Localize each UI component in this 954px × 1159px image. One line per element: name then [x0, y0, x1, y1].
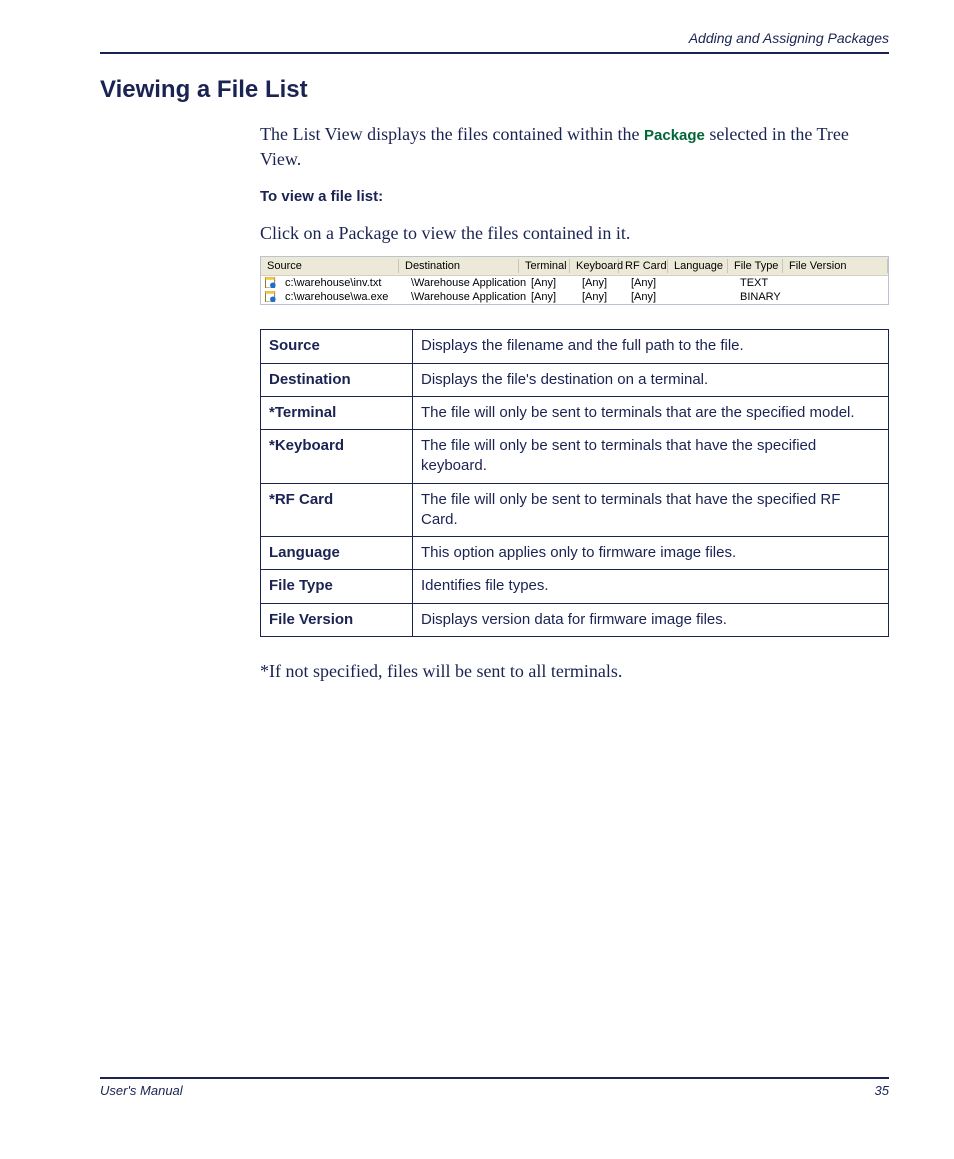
cell-source: c:\warehouse\wa.exe [279, 291, 388, 303]
field-description-table: SourceDisplays the filename and the full… [260, 329, 889, 637]
table-row: File TypeIdentifies file types. [261, 570, 889, 603]
table-row: File VersionDisplays version data for fi… [261, 603, 889, 636]
table-row: *KeyboardThe file will only be sent to t… [261, 430, 889, 484]
cell-terminal: [Any] [525, 277, 576, 289]
intro-paragraph: The List View displays the files contain… [260, 122, 889, 172]
instruction-text: Click on a Package to view the files con… [260, 223, 889, 244]
desc-val: The file will only be sent to terminals … [413, 430, 889, 484]
file-list-screenshot: Source Destination Terminal Keyboard RF … [260, 256, 889, 305]
desc-val: Displays the file's destination on a ter… [413, 363, 889, 396]
desc-key: *Keyboard [261, 430, 413, 484]
page-footer: User's Manual 35 [100, 1077, 889, 1098]
col-terminal: Terminal [519, 259, 570, 273]
col-destination: Destination [399, 259, 519, 273]
file-row: c:\warehouse\wa.exe \Warehouse Applicati… [261, 290, 888, 304]
page-header: Adding and Assigning Packages [100, 30, 889, 54]
desc-key: File Type [261, 570, 413, 603]
cell-rfcard: [Any] [625, 291, 674, 303]
col-fileversion: File Version [783, 259, 888, 273]
footnote: *If not specified, files will be sent to… [260, 661, 889, 682]
intro-text-pre: The List View displays the files contain… [260, 124, 644, 144]
cell-filetype: TEXT [734, 277, 789, 289]
col-rfcard: RF Card [619, 259, 668, 273]
desc-val: Displays the filename and the full path … [413, 330, 889, 363]
desc-key: Destination [261, 363, 413, 396]
cell-destination: \Warehouse Application [405, 291, 525, 303]
desc-key: File Version [261, 603, 413, 636]
desc-key: Source [261, 330, 413, 363]
cell-filetype: BINARY [734, 291, 789, 303]
cell-keyboard: [Any] [576, 277, 625, 289]
table-row: LanguageThis option applies only to firm… [261, 537, 889, 570]
col-keyboard: Keyboard [570, 259, 619, 273]
cell-source: c:\warehouse\inv.txt [279, 277, 381, 289]
table-row: *RF CardThe file will only be sent to te… [261, 483, 889, 537]
sub-heading: To view a file list: [260, 188, 889, 205]
col-source: Source [261, 259, 399, 273]
table-row: *TerminalThe file will only be sent to t… [261, 396, 889, 429]
col-filetype: File Type [728, 259, 783, 273]
desc-val: This option applies only to firmware ima… [413, 537, 889, 570]
desc-key: *RF Card [261, 483, 413, 537]
desc-val: The file will only be sent to terminals … [413, 483, 889, 537]
footer-right: 35 [875, 1083, 889, 1098]
breadcrumb: Adding and Assigning Packages [689, 30, 889, 46]
file-icon [265, 291, 277, 302]
table-row: SourceDisplays the filename and the full… [261, 330, 889, 363]
footer-left: User's Manual [100, 1083, 183, 1098]
col-language: Language [668, 259, 728, 273]
desc-key: *Terminal [261, 396, 413, 429]
cell-destination: \Warehouse Application [405, 277, 525, 289]
desc-key: Language [261, 537, 413, 570]
cell-terminal: [Any] [525, 291, 576, 303]
file-row: c:\warehouse\inv.txt \Warehouse Applicat… [261, 276, 888, 290]
table-row: DestinationDisplays the file's destinati… [261, 363, 889, 396]
cell-keyboard: [Any] [576, 291, 625, 303]
section-title: Viewing a File List [100, 76, 889, 104]
file-icon [265, 277, 277, 288]
desc-val: Displays version data for firmware image… [413, 603, 889, 636]
intro-term: Package [644, 127, 705, 144]
desc-val: The file will only be sent to terminals … [413, 396, 889, 429]
column-header-row: Source Destination Terminal Keyboard RF … [261, 257, 888, 276]
desc-val: Identifies file types. [413, 570, 889, 603]
cell-rfcard: [Any] [625, 277, 674, 289]
